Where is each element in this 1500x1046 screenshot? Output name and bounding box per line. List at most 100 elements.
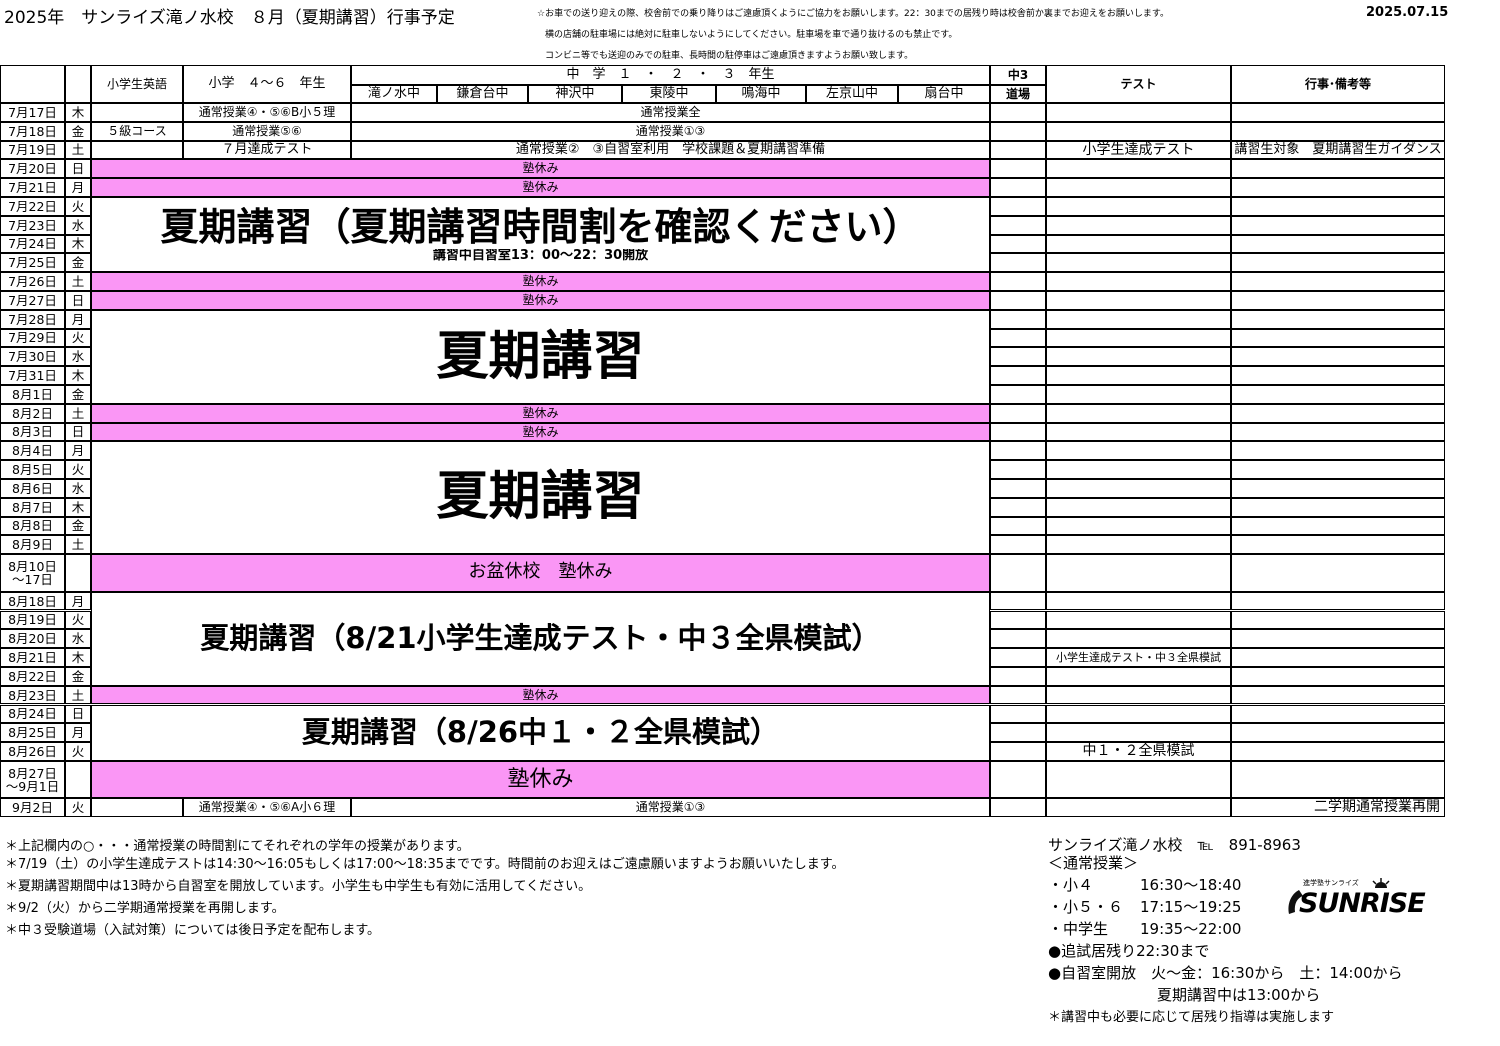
- class-time-value: 16:30～18:40: [1140, 876, 1242, 894]
- date-cell: 7月19日: [0, 140, 65, 160]
- events-cell: [1231, 516, 1445, 536]
- events-cell: [1231, 629, 1445, 649]
- weekday-cell: 土: [65, 685, 91, 705]
- header-junior-high: 中 学 １ ・ ２ ・ ３ 年生: [351, 65, 990, 85]
- dojo-cell: [990, 479, 1046, 498]
- date-cell: 8月3日: [0, 422, 65, 442]
- test-cell: [1046, 629, 1231, 649]
- footer-note: ＊中３受験道場（入試対策）については後日予定を配布します。: [5, 923, 381, 938]
- weekday-cell: 土: [65, 140, 91, 160]
- test-cell: [1046, 234, 1231, 254]
- events-cell: [1231, 554, 1445, 592]
- weekday-cell: [65, 760, 91, 799]
- date-cell: 7月18日: [0, 121, 65, 141]
- closed-row: 塾休み: [91, 685, 990, 705]
- test-cell: [1046, 121, 1231, 141]
- date-cell: 8月21日: [0, 648, 65, 667]
- events-cell: [1231, 704, 1445, 724]
- events-cell: [1231, 460, 1445, 479]
- weekday-cell: 金: [65, 666, 91, 686]
- events-cell: [1231, 159, 1445, 179]
- study-room-summer-note: 夏期講習中は13:00から: [1157, 986, 1321, 1004]
- date-cell: 7月22日: [0, 197, 65, 216]
- weekday-cell: 木: [65, 366, 91, 385]
- test-cell: [1046, 685, 1231, 705]
- jh-cell: 通常授業② ③自習室利用 学校課題＆夏期講習準備: [351, 140, 990, 160]
- weekday-cell: 木: [65, 234, 91, 254]
- weekday-cell: 月: [65, 723, 91, 743]
- events-cell: [1231, 591, 1445, 611]
- dojo-cell: [990, 723, 1046, 743]
- dojo-cell: [990, 403, 1046, 423]
- dojo-cell: [990, 516, 1046, 536]
- events-cell: [1231, 666, 1445, 686]
- events-cell: [1231, 723, 1445, 743]
- logo-small-text: 進学塾サンライズ: [1303, 879, 1359, 887]
- events-cell: [1231, 291, 1445, 310]
- events-cell: 二学期通常授業再開: [1231, 798, 1445, 818]
- date-cell: 8月27日 ～9月1日: [0, 760, 65, 799]
- header-dojo-l2: 道場: [990, 85, 1046, 103]
- document-date: 2025.07.15: [1366, 5, 1449, 20]
- date-cell: 8月4日: [0, 441, 65, 461]
- test-cell: [1046, 309, 1231, 329]
- summer-course-block: 夏期講習（8/21小学生達成テスト・中３全県模試）: [91, 591, 990, 686]
- english-cell: ５級コース: [91, 121, 183, 141]
- events-cell: [1231, 197, 1445, 216]
- date-cell: 8月7日: [0, 497, 65, 517]
- obon-closed-row: お盆休校 塾休み: [91, 554, 990, 592]
- dojo-cell: [990, 140, 1046, 160]
- test-cell: [1046, 159, 1231, 179]
- test-cell: [1046, 798, 1231, 818]
- elem46-cell: 通常授業④・⑤⑥B小５理: [183, 103, 351, 122]
- closed-row: 塾休み: [91, 159, 990, 179]
- test-cell: [1046, 253, 1231, 273]
- header-school: 神沢中: [528, 85, 622, 103]
- summer-course-block: 夏期講習: [91, 441, 990, 555]
- closed-row: 塾休み: [91, 178, 990, 197]
- footer-note: ＊上記欄内の○・・・通常授業の時間割にてそれぞれの学年の授業があります。: [5, 839, 470, 854]
- date-cell: 8月22日: [0, 666, 65, 686]
- date-cell: 8月9日: [0, 535, 65, 555]
- summer-course-title: 夏期講習（夏期講習時間割を確認ください）: [160, 206, 921, 249]
- regular-class-heading: ＜通常授業＞: [1048, 854, 1139, 872]
- class-time-label: ・中学生: [1048, 920, 1109, 938]
- test-cell: [1046, 103, 1231, 122]
- date-cell: 8月1日: [0, 385, 65, 404]
- weekday-cell: 土: [65, 403, 91, 423]
- test-cell: [1046, 497, 1231, 517]
- date-cell: 8月24日: [0, 704, 65, 724]
- test-cell: [1046, 197, 1231, 216]
- weekday-cell: 日: [65, 422, 91, 442]
- weekday-cell: 日: [65, 291, 91, 310]
- notice-line: コンビニ等でも送迎のみでの駐車、長時間の駐停車はご遠慮頂きますようお願い致します…: [545, 51, 914, 61]
- dojo-cell: [990, 272, 1046, 291]
- footer-note: ＊夏期講習期間中は13時から自習室を開放しています。小学生も中学生も有効に活用し…: [5, 879, 592, 894]
- summer-course-block: 夏期講習（8/26中１・２全県模試）: [91, 704, 990, 761]
- weekday-cell: 金: [65, 253, 91, 273]
- weekday-cell: 日: [65, 704, 91, 724]
- events-cell: [1231, 366, 1445, 385]
- date-cell: 7月28日: [0, 309, 65, 329]
- events-cell: [1231, 441, 1445, 461]
- weekday-cell: 木: [65, 648, 91, 667]
- test-cell: [1046, 328, 1231, 348]
- weekday-cell: 水: [65, 347, 91, 367]
- test-cell: 小学生達成テスト・中３全県模試: [1046, 648, 1231, 667]
- date-cell: 7月31日: [0, 366, 65, 385]
- weekday-cell: 水: [65, 215, 91, 235]
- dojo-cell: [990, 460, 1046, 479]
- dojo-cell: [990, 121, 1046, 141]
- weekday-cell: 金: [65, 516, 91, 536]
- test-cell: [1046, 591, 1231, 611]
- weekday-cell: 火: [65, 197, 91, 216]
- dojo-cell: [990, 103, 1046, 122]
- test-cell: [1046, 460, 1231, 479]
- dojo-cell: [990, 742, 1046, 761]
- dojo-cell: [990, 441, 1046, 461]
- header-elem-46: 小学 ４～６ 年生: [183, 65, 351, 103]
- test-cell: [1046, 366, 1231, 385]
- test-cell: [1046, 178, 1231, 197]
- events-cell: [1231, 610, 1445, 630]
- date-cell: 8月8日: [0, 516, 65, 536]
